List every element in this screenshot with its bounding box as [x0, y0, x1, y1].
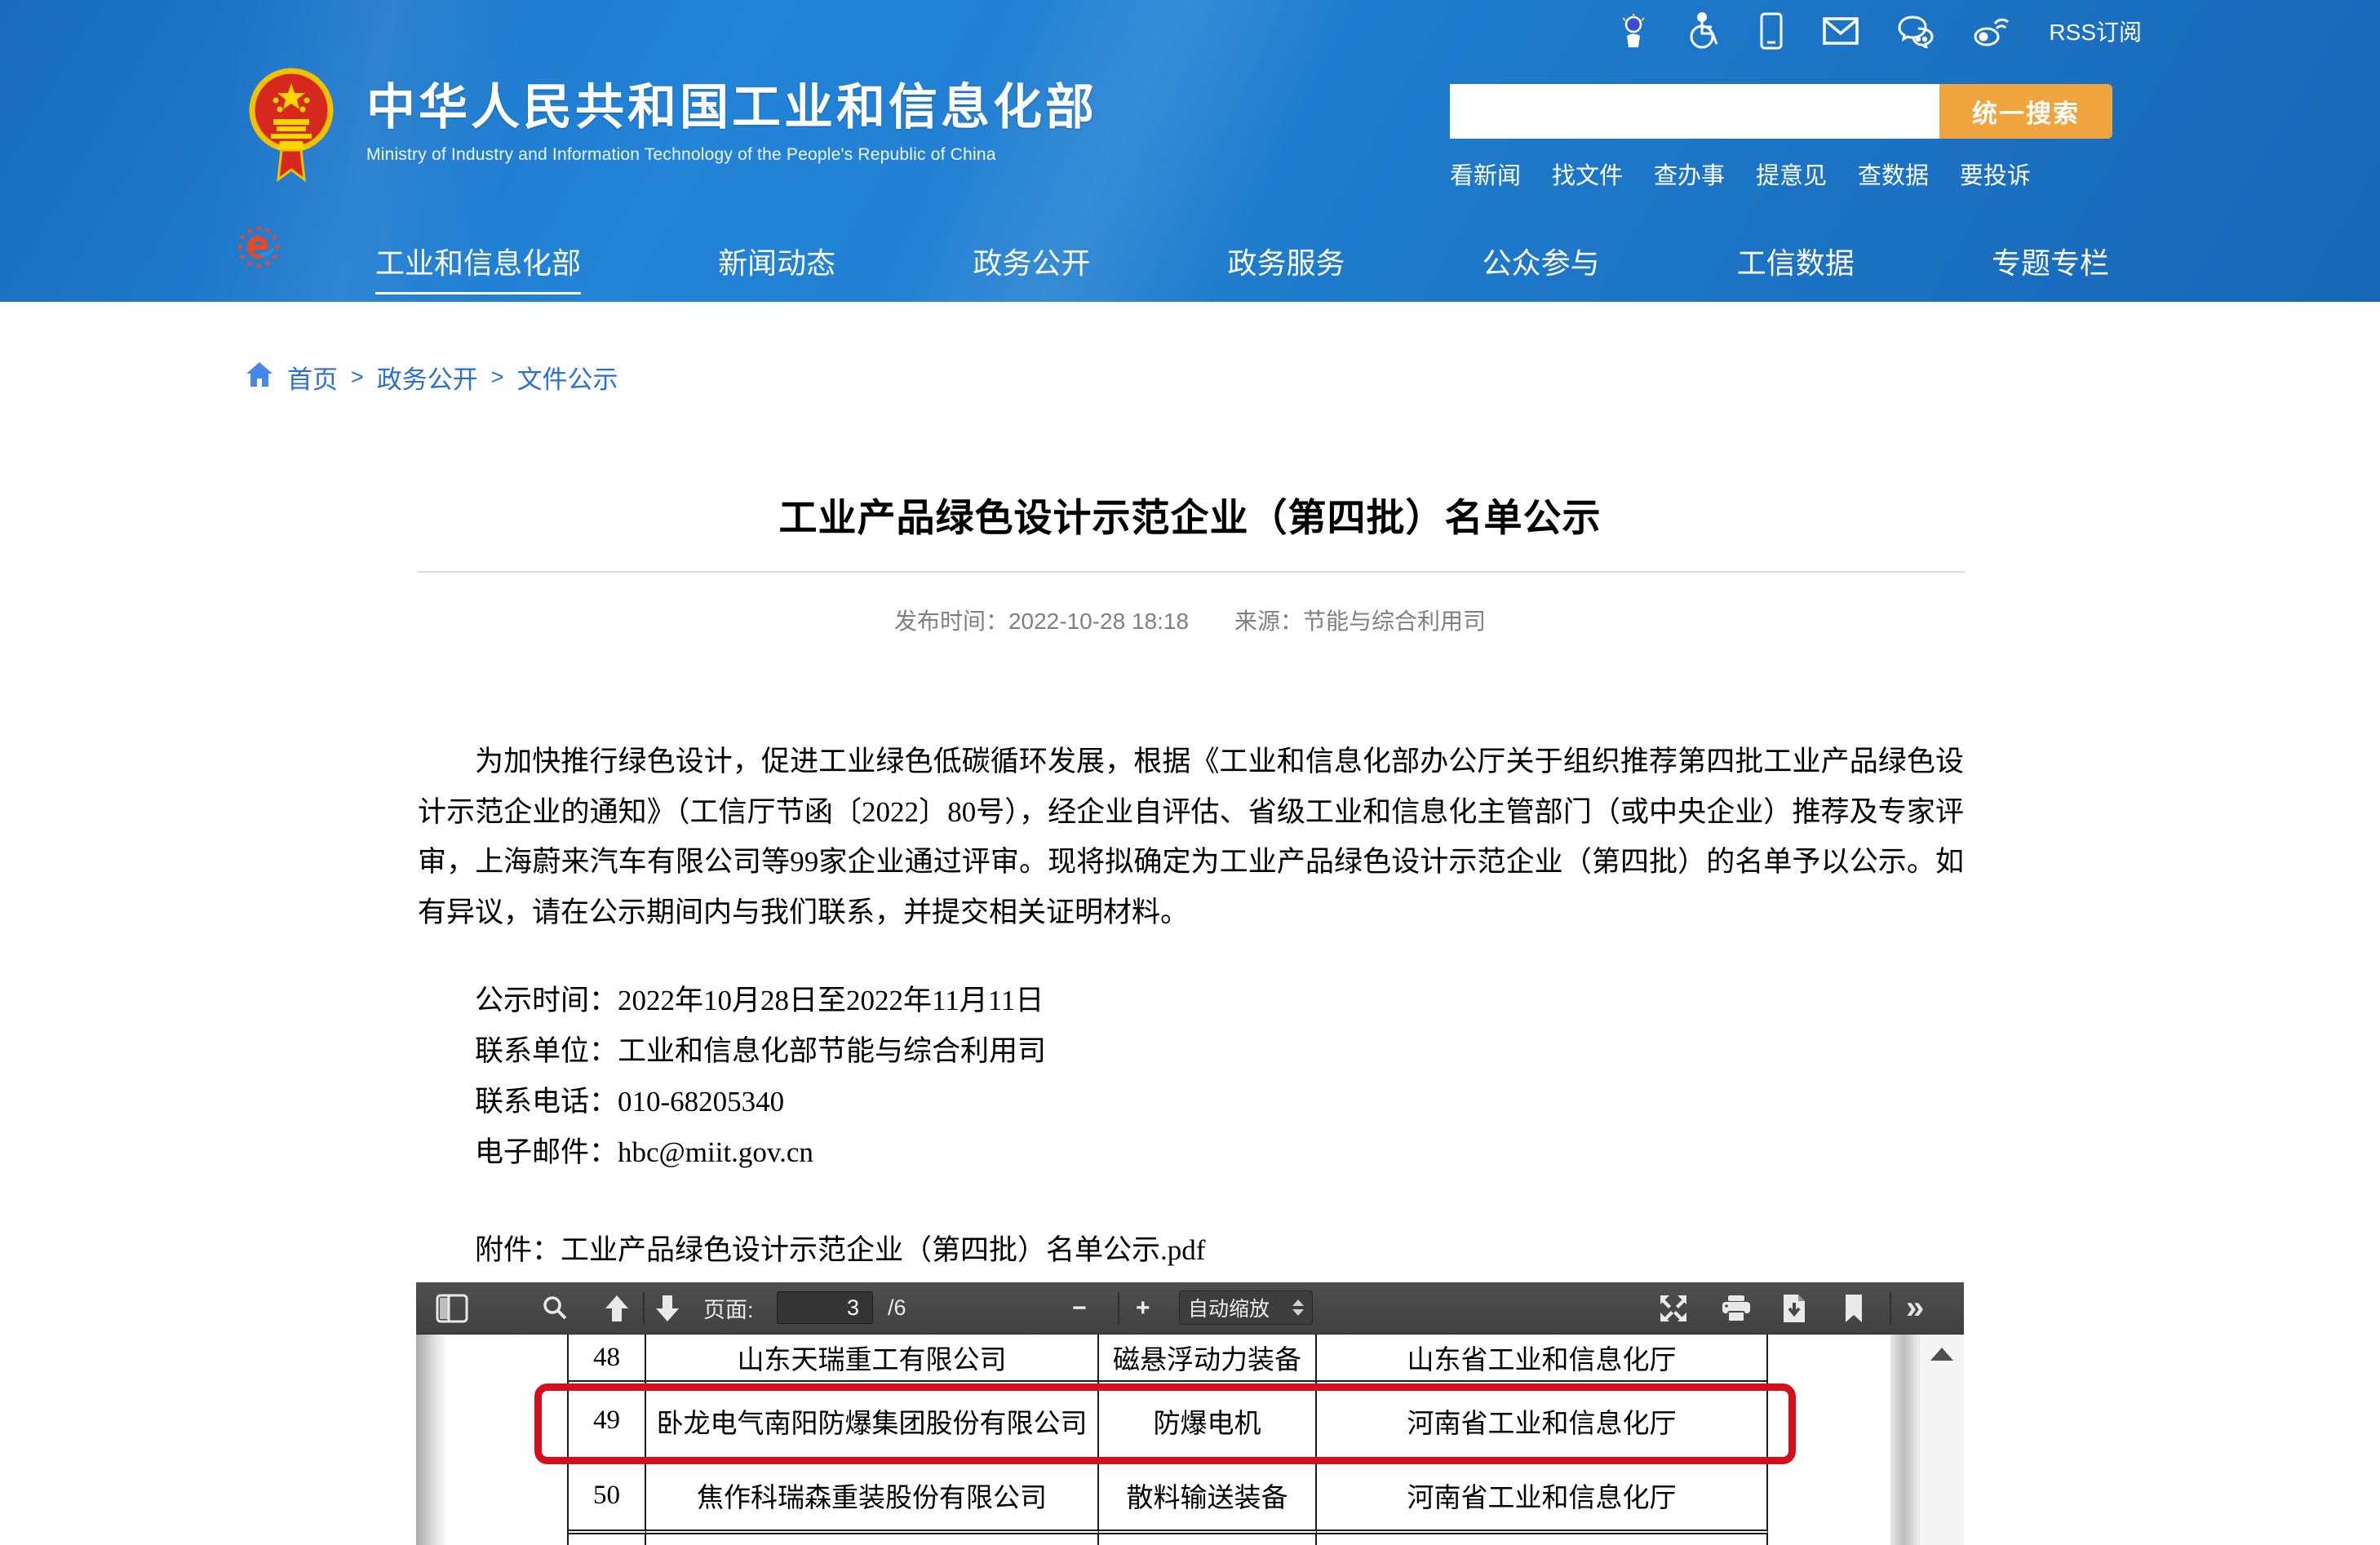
- cell-no: 50: [569, 1461, 646, 1534]
- breadcrumb-home[interactable]: 首页: [287, 359, 338, 396]
- nav-item-gov-service[interactable]: 政务服务: [1227, 240, 1345, 294]
- nav-item-miit[interactable]: 工业和信息化部: [375, 240, 581, 294]
- national-emblem-logo: [249, 65, 334, 192]
- table-row-highlighted: 49 卧龙电气南阳防爆集团股份有限公司 防爆电机 河南省工业和信息化厅: [567, 1382, 1766, 1461]
- cell-company: 焦作科瑞森重装股份有限公司: [646, 1461, 1099, 1534]
- attachment-pdf-link[interactable]: 附件：工业产品绿色设计示范企业（第四批）名单公示.pdf: [418, 1234, 1205, 1266]
- cell-product: 防爆电机: [1099, 1382, 1317, 1461]
- toolbar-separator: [1118, 1292, 1119, 1325]
- page: RSS订阅 中华人民共和国工业和信息化部: [0, 0, 2380, 1545]
- presentation-mode-button[interactable]: [1658, 1282, 1689, 1334]
- quick-link-suggest[interactable]: 提意见: [1756, 157, 1827, 191]
- print-button[interactable]: [1720, 1282, 1753, 1334]
- zoom-select-value: 自动缩放: [1188, 1293, 1270, 1322]
- article-title: 工业产品绿色设计示范企业（第四批）名单公示: [0, 486, 2380, 542]
- search-input[interactable]: [1450, 84, 1939, 139]
- cell-org: 河南省工业和信息化厅: [1317, 1382, 1768, 1461]
- weibo-icon[interactable]: [1972, 14, 2011, 48]
- pdf-viewer: 页面: /6 − + 自动缩放: [416, 1282, 1964, 1545]
- article-contact-info: 公示时间：2022年10月28日至2022年11月11日 联系单位：工业和信息化…: [418, 976, 1964, 1178]
- site-brand: 中华人民共和国工业和信息化部 Ministry of Industry and …: [249, 65, 1097, 192]
- page-right-shadow: [1890, 1335, 1920, 1545]
- miit-e-logo: [237, 225, 281, 273]
- table-row-partial: [567, 1534, 1766, 1545]
- cell-product: 磁悬浮动力装备: [1099, 1335, 1317, 1382]
- quick-link-complaint[interactable]: 要投诉: [1960, 157, 2031, 191]
- zoom-in-button[interactable]: +: [1136, 1282, 1150, 1334]
- sidebar-toggle-button[interactable]: [436, 1282, 468, 1334]
- zoom-select[interactable]: 自动缩放: [1179, 1290, 1313, 1325]
- robot-assistant-icon[interactable]: [1616, 11, 1651, 51]
- table-row: 50 焦作科瑞森重装股份有限公司 散料输送装备 河南省工业和信息化厅: [567, 1461, 1766, 1534]
- title-divider: [417, 571, 1965, 573]
- cell-company: 山东天瑞重工有限公司: [646, 1335, 1099, 1382]
- breadcrumb: 首页 > 政务公开 > 文件公示: [245, 359, 618, 396]
- cell-no: 49: [569, 1382, 646, 1461]
- article-source: 来源：节能与综合利用司: [1234, 604, 1486, 636]
- contact-unit: 联系单位：工业和信息化部节能与综合利用司: [418, 1026, 1964, 1077]
- publicity-period: 公示时间：2022年10月28日至2022年11月11日: [418, 976, 1964, 1026]
- pdf-scrollbar[interactable]: [1919, 1335, 1964, 1545]
- contact-phone: 联系电话：010-68205340: [418, 1077, 1964, 1127]
- previous-page-button[interactable]: [602, 1282, 632, 1334]
- site-title-en: Ministry of Industry and Information Tec…: [366, 145, 1097, 165]
- page-total: /6: [888, 1282, 906, 1334]
- nav-item-participation[interactable]: 公众参与: [1483, 240, 1600, 294]
- quick-link-data[interactable]: 查数据: [1858, 157, 1929, 191]
- toolbar-separator: [1890, 1292, 1891, 1325]
- quick-link-services[interactable]: 查办事: [1654, 157, 1725, 191]
- site-title-cn: 中华人民共和国工业和信息化部: [366, 83, 1097, 132]
- rss-subscribe-link[interactable]: RSS订阅: [2049, 15, 2142, 47]
- wechat-icon[interactable]: [1897, 14, 1935, 48]
- page-number-input[interactable]: [777, 1291, 873, 1324]
- cell-org: 河南省工业和信息化厅: [1317, 1461, 1768, 1534]
- nav-item-data[interactable]: 工信数据: [1737, 240, 1855, 294]
- publish-time: 发布时间：2022-10-28 18:18: [894, 604, 1189, 636]
- quick-link-files[interactable]: 找文件: [1552, 157, 1623, 191]
- pdf-page-area: 48 山东天瑞重工有限公司 磁悬浮动力装备 山东省工业和信息化厅 49 卧龙电气…: [416, 1335, 1964, 1545]
- mail-icon[interactable]: [1822, 15, 1859, 47]
- page-left-shadow: [416, 1335, 447, 1545]
- contact-email: 电子邮件：hbc@miit.gov.cn: [418, 1127, 1964, 1178]
- nav-item-topics[interactable]: 专题专栏: [1992, 240, 2109, 294]
- cell-company: 卧龙电气南阳防爆集团股份有限公司: [646, 1382, 1099, 1461]
- quick-links: 看新闻 找文件 查办事 提意见 查数据 要投诉: [1450, 157, 2031, 191]
- main-nav: 工业和信息化部 新闻动态 政务公开 政务服务 公众参与 工信数据 专题专栏: [375, 240, 2109, 294]
- site-header: RSS订阅 中华人民共和国工业和信息化部: [0, 0, 2380, 302]
- breadcrumb-separator: >: [491, 365, 504, 390]
- zoom-select-spinner-icon: [1292, 1299, 1304, 1316]
- toolbar-separator: [643, 1292, 645, 1325]
- cell-no: 48: [569, 1335, 646, 1382]
- nav-item-gov-open[interactable]: 政务公开: [973, 240, 1090, 294]
- attachment-line: 附件：工业产品绿色设计示范企业（第四批）名单公示.pdf: [418, 1227, 1964, 1268]
- breadcrumb-gov-open[interactable]: 政务公开: [377, 359, 478, 396]
- zoom-out-button[interactable]: −: [1072, 1282, 1087, 1334]
- accessibility-icon[interactable]: [1688, 11, 1721, 51]
- header-utility-icons: RSS订阅: [1616, 11, 2142, 51]
- cell-org: 山东省工业和信息化厅: [1317, 1335, 1768, 1382]
- pdf-table: 48 山东天瑞重工有限公司 磁悬浮动力装备 山东省工业和信息化厅 49 卧龙电气…: [567, 1335, 1766, 1545]
- mobile-icon[interactable]: [1758, 11, 1784, 51]
- scroll-up-arrow-icon[interactable]: [1930, 1348, 1953, 1361]
- nav-item-news[interactable]: 新闻动态: [718, 240, 835, 294]
- more-tools-button[interactable]: »: [1906, 1282, 1924, 1334]
- breadcrumb-current[interactable]: 文件公示: [517, 359, 618, 396]
- pdf-toolbar: 页面: /6 − + 自动缩放: [416, 1282, 1964, 1335]
- search-button[interactable]: 统一搜索: [1939, 84, 2112, 139]
- table-row: 48 山东天瑞重工有限公司 磁悬浮动力装备 山东省工业和信息化厅: [567, 1335, 1766, 1382]
- download-button[interactable]: [1780, 1282, 1808, 1334]
- article-meta: 发布时间：2022-10-28 18:18 来源：节能与综合利用司: [0, 604, 2380, 636]
- bookmark-button[interactable]: [1842, 1282, 1865, 1334]
- breadcrumb-separator: >: [351, 365, 364, 390]
- cell-product: 散料输送装备: [1099, 1461, 1317, 1534]
- search-document-icon[interactable]: [540, 1282, 570, 1334]
- quick-link-news[interactable]: 看新闻: [1450, 157, 1521, 191]
- article-paragraph: 为加快推行绿色设计，促进工业绿色低碳循环发展，根据《工业和信息化部办公厅关于组织…: [418, 737, 1964, 937]
- unified-search: 统一搜索: [1450, 84, 2112, 139]
- home-icon[interactable]: [245, 361, 274, 395]
- next-page-button[interactable]: [653, 1282, 682, 1334]
- page-label: 页面:: [703, 1282, 754, 1334]
